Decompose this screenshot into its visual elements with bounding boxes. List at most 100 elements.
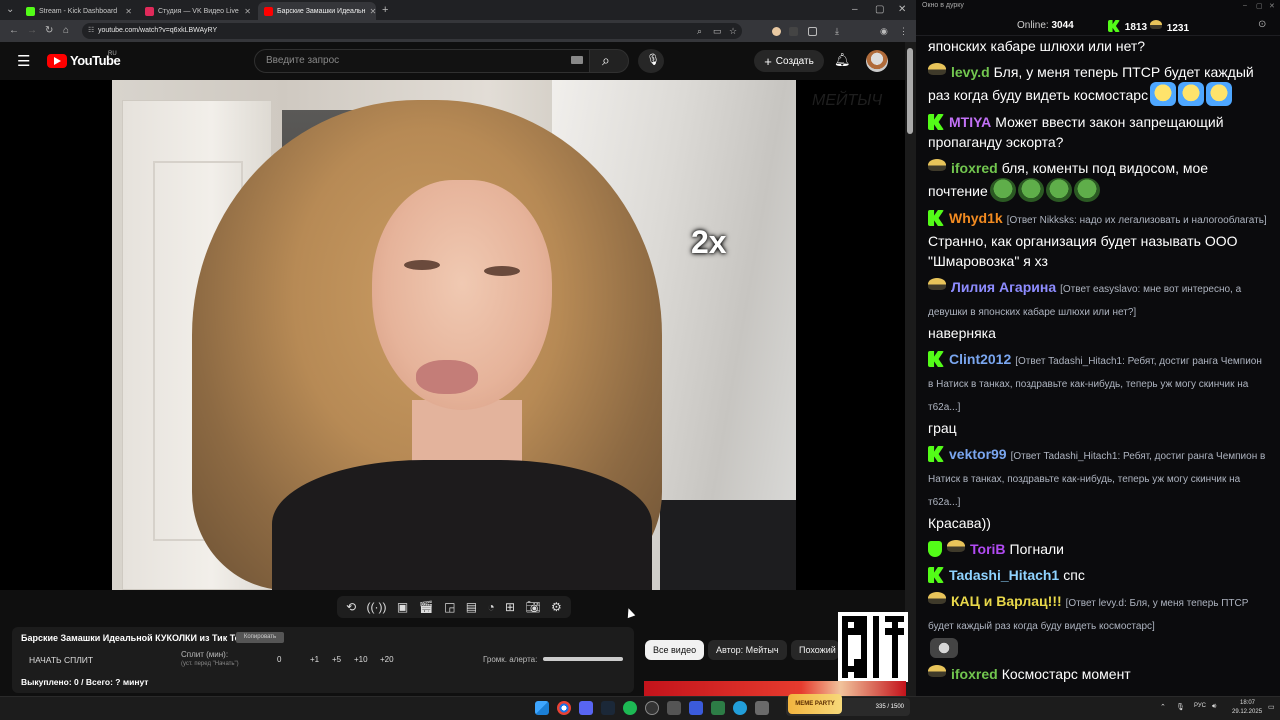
- chat-username[interactable]: Clint2012: [949, 351, 1011, 367]
- screenshot-camera-icon[interactable]: 📷︎: [525, 601, 540, 613]
- chat-username[interactable]: Tadashi_Hitach1: [949, 567, 1059, 583]
- browser-tab[interactable]: Барские Замашки Идеальн ✕: [258, 2, 376, 20]
- browser-tab[interactable]: Студия — VK Видео Live ✕: [139, 2, 257, 20]
- clock-time[interactable]: 18:07: [1240, 700, 1255, 706]
- close-window-icon[interactable]: ✕: [898, 3, 906, 17]
- keyboard-icon[interactable]: [571, 56, 583, 64]
- start-split-button[interactable]: НАЧАТЬ СПЛИТ: [29, 655, 93, 665]
- chat-message: Tadashi_Hitach1 спс: [928, 565, 1268, 585]
- picture-in-picture-icon[interactable]: ◲: [444, 601, 455, 613]
- alert-volume-slider[interactable]: [543, 657, 623, 661]
- copy-title-button[interactable]: Копировать: [236, 632, 284, 643]
- bookmark-star-icon[interactable]: ☆: [729, 24, 737, 38]
- chip-similar[interactable]: Похожий контент: [791, 640, 839, 660]
- speed-gauge-icon[interactable]: ◔: [487, 601, 494, 613]
- media-player-app-icon[interactable]: [689, 701, 703, 715]
- chat-username[interactable]: Лилия Агарина: [951, 279, 1056, 295]
- loop-icon[interactable]: ⟲: [346, 601, 356, 613]
- video-frame[interactable]: [112, 80, 796, 590]
- chat-message: levy.d Бля, у меня теперь ПТСР будет кажд…: [928, 62, 1268, 106]
- profile-icon[interactable]: ◉: [880, 24, 888, 38]
- extension-icon[interactable]: [772, 27, 781, 36]
- menu-icon[interactable]: ☰: [17, 52, 30, 70]
- chat-username[interactable]: ToriB: [970, 541, 1006, 557]
- chrome-menu-icon[interactable]: ⋮: [899, 24, 908, 38]
- reload-icon[interactable]: ↻: [45, 24, 53, 38]
- chat-username[interactable]: vektor99: [949, 446, 1007, 462]
- chat-username[interactable]: КАЦ и Варлац!!!: [951, 593, 1062, 609]
- chat-message: MTIYA Может ввести закон запрещающий проп…: [928, 112, 1268, 152]
- site-info-icon[interactable]: ☷: [88, 26, 94, 34]
- chat-maximize-icon[interactable]: ▢: [1256, 2, 1263, 10]
- app-icon[interactable]: [711, 701, 725, 715]
- chrome-app-icon[interactable]: [557, 701, 571, 715]
- app-icon[interactable]: [755, 701, 769, 715]
- online-label: Online:: [1017, 20, 1049, 31]
- chip-all-videos[interactable]: Все видео: [645, 640, 705, 660]
- tray-chevron-icon[interactable]: ⌃: [1160, 703, 1166, 711]
- chat-username[interactable]: levy.d: [951, 64, 990, 80]
- page-scrollbar[interactable]: [905, 42, 916, 696]
- close-tab-icon[interactable]: ✕: [366, 7, 376, 16]
- increment-button[interactable]: +1: [310, 655, 319, 664]
- cast-icon[interactable]: ▭: [713, 24, 722, 38]
- increment-button[interactable]: +5: [332, 655, 341, 664]
- chat-close-icon[interactable]: ✕: [1269, 2, 1275, 10]
- close-tab-icon[interactable]: ✕: [121, 7, 132, 16]
- page-scrollbar-thumb[interactable]: [907, 48, 913, 134]
- url-text[interactable]: youtube.com/watch?v=q6xkLBWAyRY: [98, 27, 217, 34]
- increment-button[interactable]: +10: [354, 655, 368, 664]
- steam-app-icon[interactable]: [601, 701, 615, 715]
- telegram-app-icon[interactable]: [733, 701, 747, 715]
- keyboard-language[interactable]: РУС: [1194, 703, 1206, 709]
- avatar[interactable]: [866, 50, 888, 72]
- spotify-app-icon[interactable]: [623, 701, 637, 715]
- pin-icon[interactable]: ⊙: [1258, 19, 1266, 30]
- person-eye: [484, 266, 520, 276]
- extension-icon[interactable]: [789, 27, 798, 36]
- download-icon[interactable]: ⤓: [835, 24, 839, 38]
- discord-app-icon[interactable]: [579, 701, 593, 715]
- film-strip-icon[interactable]: ▤: [466, 601, 477, 613]
- kick-badge-icon: [928, 567, 944, 583]
- split-minutes-input[interactable]: 0: [277, 655, 281, 664]
- tray-mic-icon[interactable]: 🎙︎: [1176, 703, 1185, 711]
- chat-username[interactable]: ifoxred: [951, 160, 998, 176]
- forward-icon[interactable]: →: [27, 24, 37, 38]
- increment-button[interactable]: +20: [380, 655, 394, 664]
- add-clip-icon[interactable]: ⊞: [505, 601, 515, 613]
- speaker-icon[interactable]: 🔊︎: [1212, 703, 1216, 711]
- vk-stat: 1231: [1150, 20, 1189, 34]
- app-icon[interactable]: [667, 701, 681, 715]
- screen-record-icon[interactable]: ▣: [397, 601, 408, 613]
- notification-center-icon[interactable]: ▭: [1268, 703, 1275, 711]
- back-icon[interactable]: ←: [9, 24, 19, 38]
- zoom-icon[interactable]: ⌕: [697, 24, 702, 38]
- close-tab-icon[interactable]: ✕: [240, 7, 251, 16]
- windows-start-icon[interactable]: [535, 701, 549, 715]
- extensions-puzzle-icon[interactable]: [808, 27, 817, 36]
- clapper-icon[interactable]: 🎬︎: [419, 601, 434, 613]
- recommended-video-thumbnail[interactable]: [644, 681, 906, 696]
- chat-username[interactable]: ifoxred: [951, 666, 998, 682]
- maximize-icon[interactable]: ▢: [875, 3, 884, 17]
- chip-author[interactable]: Автор: Мейтыч: [708, 640, 787, 660]
- notifications-bell-icon[interactable]: 🔔︎: [834, 52, 851, 68]
- chat-reply-quote[interactable]: [Ответ Nikksks: надо их легализовать и н…: [1007, 215, 1267, 226]
- clock-date[interactable]: 29.12.2025: [1232, 709, 1262, 715]
- chat-username[interactable]: MTIYA: [949, 114, 991, 130]
- browser-tab[interactable]: Stream - Kick Dashboard ✕: [20, 2, 138, 20]
- vk-badge-icon: [928, 665, 946, 677]
- tab-search-icon[interactable]: ⌄: [6, 3, 14, 17]
- home-icon[interactable]: ⌂: [63, 24, 69, 38]
- settings-gear-icon[interactable]: ⚙: [551, 601, 562, 613]
- obs-app-icon[interactable]: [645, 701, 659, 715]
- minimize-icon[interactable]: –: [852, 3, 858, 17]
- broadcast-icon[interactable]: ((·)): [367, 601, 387, 613]
- frog-emote-icon: [1045, 178, 1072, 202]
- create-button[interactable]: + Создать: [754, 50, 824, 72]
- chat-minimize-icon[interactable]: –: [1243, 2, 1247, 9]
- chat-username[interactable]: Whyd1k: [949, 210, 1003, 226]
- new-tab-button[interactable]: +: [382, 3, 388, 17]
- vk-badge-icon: [928, 278, 946, 290]
